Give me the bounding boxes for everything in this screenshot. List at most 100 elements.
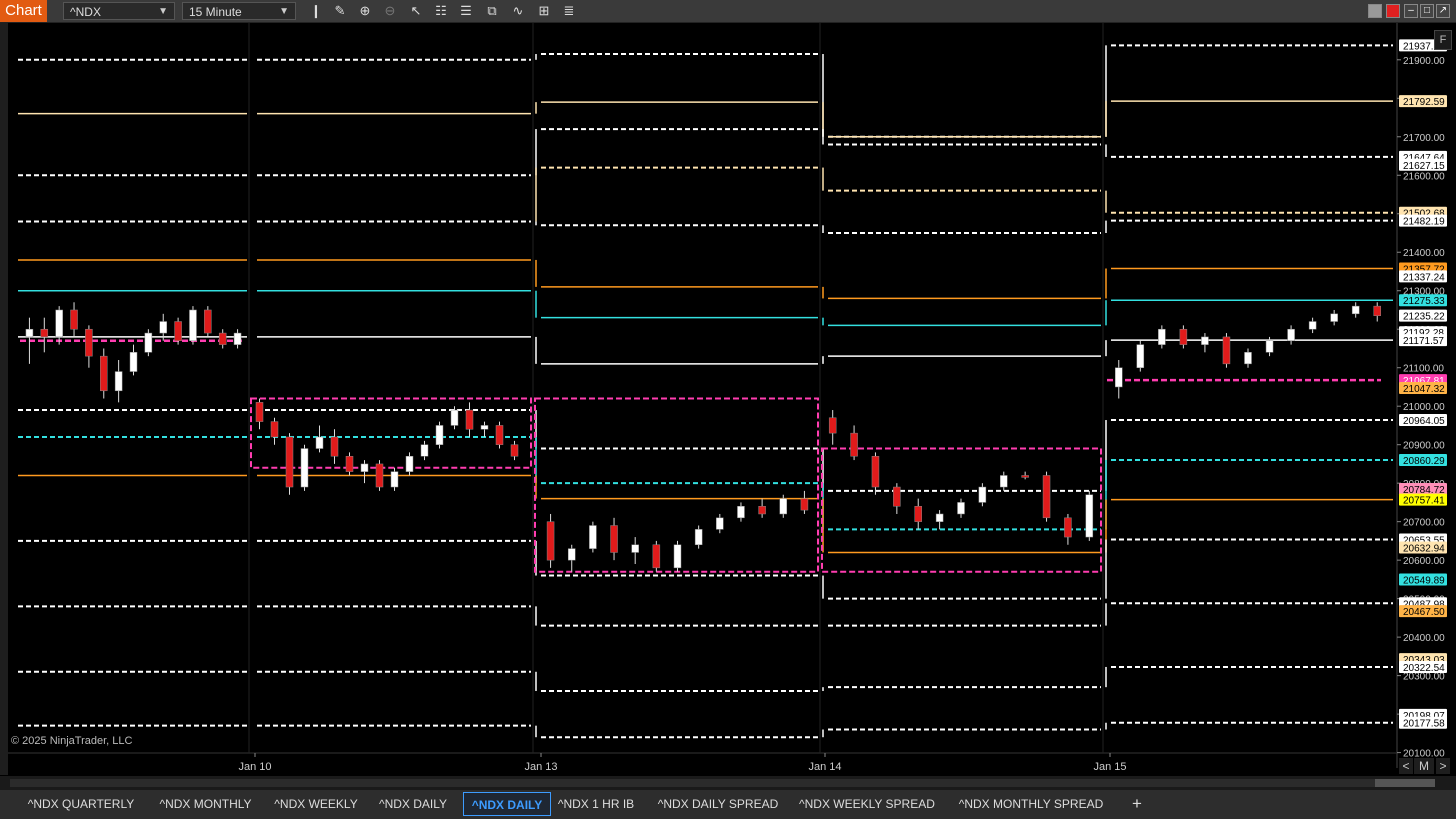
candle-body [510, 444, 519, 457]
candle-body [435, 425, 444, 445]
pencil-icon[interactable]: ✎ [330, 2, 350, 20]
candle-body [1115, 367, 1123, 388]
price-label: 21275.33 [1403, 296, 1445, 307]
candle-body [546, 521, 555, 561]
chart-window-tab[interactable]: Chart [0, 0, 47, 22]
chart-left-edge [0, 23, 8, 775]
candle-body [694, 529, 703, 546]
chevron-down-icon: ▼ [158, 6, 168, 17]
price-label: 21792.59 [1403, 97, 1445, 108]
scrollbar-track[interactable] [10, 779, 1395, 787]
candle-body [405, 455, 414, 472]
candle-body [567, 548, 576, 561]
chart-tab[interactable]: ^NDX QUARTERLY [26, 792, 136, 816]
candle-body [652, 544, 661, 569]
candle-body [1064, 517, 1072, 538]
candle-body [300, 448, 309, 488]
candle-body [1244, 352, 1252, 365]
price-label: 21235.22 [1403, 312, 1445, 323]
scroll-forward-button[interactable]: > [1436, 758, 1450, 774]
candle-body [25, 328, 34, 338]
candle-body [189, 309, 197, 342]
candle-body [233, 332, 242, 345]
list-icon[interactable]: ≣ [559, 2, 579, 20]
price-label: 21047.32 [1403, 384, 1445, 395]
candle-body [360, 463, 369, 472]
indicators-icon[interactable]: ⧉ [482, 2, 502, 20]
properties-icon[interactable]: ☰ [456, 2, 476, 20]
scrollbar-thumb[interactable] [1375, 779, 1435, 787]
price-tick-label: 20900.00 [1403, 441, 1445, 452]
candle-body [1222, 336, 1231, 365]
pointer-icon[interactable]: ↖ [406, 2, 426, 20]
interval-value: 15 Minute [189, 5, 242, 19]
candle-body [1136, 344, 1145, 368]
candle-body [957, 502, 965, 515]
candle-body [114, 371, 123, 392]
chart-tab[interactable]: ^NDX DAILY SPREAD [655, 792, 781, 816]
candle-body [285, 436, 294, 488]
chart-tab[interactable]: ^NDX DAILY [374, 792, 452, 816]
candle-body [610, 525, 618, 553]
chart-panel[interactable]: 21900.0021800.0021700.0021600.0021500.00… [0, 23, 1456, 775]
candle-body [204, 309, 212, 334]
candle-body [218, 332, 227, 345]
candle-body [716, 517, 724, 530]
price-label: 20467.50 [1403, 607, 1445, 618]
f-button[interactable]: F [1434, 30, 1452, 50]
data-box-icon[interactable]: ☷ [431, 2, 451, 20]
candle-body [1179, 328, 1188, 345]
restore-icon[interactable] [1368, 4, 1382, 18]
bar-style-icon[interactable]: ❙ [306, 2, 326, 20]
candle-body [1201, 336, 1209, 345]
zoom-in-icon[interactable]: ⊕ [355, 2, 375, 20]
candle-body [935, 513, 944, 522]
candle-body [70, 309, 78, 330]
close-icon[interactable] [1386, 4, 1400, 18]
candle-body [828, 417, 837, 434]
add-tab-button[interactable]: + [1128, 790, 1146, 819]
candle-body [270, 421, 279, 438]
candle-body [40, 328, 49, 338]
candle-body [1085, 494, 1094, 538]
price-label: 20757.41 [1403, 496, 1445, 507]
candle-body [495, 425, 504, 445]
chart-tab[interactable]: ^NDX WEEKLY SPREAD [799, 792, 935, 816]
popout-icon[interactable]: ↗ [1436, 4, 1450, 18]
candle-body [390, 471, 399, 488]
candle-body [159, 321, 167, 334]
scroll-back-button[interactable]: < [1399, 758, 1413, 774]
mode-button[interactable]: M [1414, 758, 1434, 774]
price-tick-label: 21900.00 [1403, 56, 1445, 67]
maximize-icon[interactable]: □ [1420, 4, 1434, 18]
price-chart[interactable]: 21900.0021800.0021700.0021600.0021500.00… [0, 23, 1456, 775]
tab-ndx-daily-active[interactable]: ^NDX DAILY [463, 792, 551, 816]
interval-selector[interactable]: 15 Minute ▼ [182, 2, 296, 20]
candle-body [100, 355, 108, 392]
candle-body [1265, 340, 1274, 353]
candle-body [129, 352, 138, 372]
candle-body [800, 498, 809, 511]
price-tick-label: 20600.00 [1403, 556, 1445, 567]
chart-tab[interactable]: ^NDX MONTHLY [154, 792, 257, 816]
chart-tab[interactable]: ^NDX MONTHLY SPREAD [956, 792, 1106, 816]
price-tick-label: 21400.00 [1403, 248, 1445, 259]
candle-body [465, 409, 474, 430]
candle-body [1373, 305, 1381, 316]
candle-body [1287, 328, 1295, 342]
candle-body [914, 506, 922, 522]
minimize-icon[interactable]: – [1404, 4, 1418, 18]
templates-icon[interactable]: ⊞ [534, 2, 554, 20]
chart-tab[interactable]: ^NDX WEEKLY [272, 792, 360, 816]
candle-body [480, 425, 489, 430]
candle-body [330, 436, 339, 457]
candle-body [345, 455, 354, 472]
chart-tab[interactable]: ^NDX 1 HR IB [554, 792, 638, 816]
instrument-selector[interactable]: ^NDX ▼ [63, 2, 175, 20]
instrument-value: ^NDX [70, 5, 101, 19]
strategies-icon[interactable]: ∿ [508, 2, 528, 20]
price-label: 21482.19 [1403, 217, 1445, 228]
zoom-out-icon[interactable]: ⊖ [380, 2, 400, 20]
candle-body [1158, 328, 1166, 345]
candle-body [85, 328, 93, 357]
